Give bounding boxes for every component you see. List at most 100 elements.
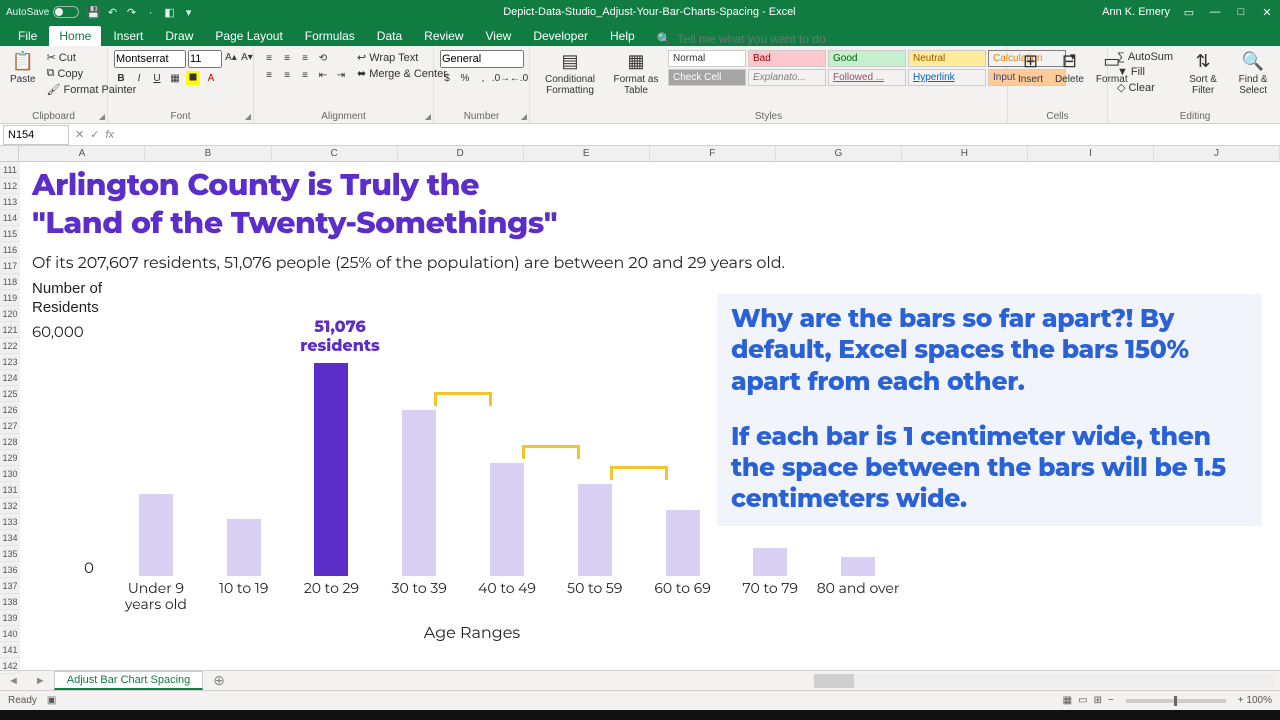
row-header[interactable]: 122 xyxy=(0,338,20,354)
row-header[interactable]: 141 xyxy=(0,642,20,658)
row-header[interactable]: 125 xyxy=(0,386,20,402)
row-header[interactable]: 130 xyxy=(0,466,20,482)
align-center-icon[interactable]: ≡ xyxy=(278,67,296,83)
clipboard-launcher-icon[interactable]: ◢ xyxy=(99,112,105,121)
col-header-B[interactable]: B xyxy=(145,146,271,162)
touch-mode-icon[interactable]: ◧ xyxy=(162,6,178,19)
find-select-button[interactable]: 🔍Find & Select xyxy=(1230,50,1276,98)
align-right-icon[interactable]: ≡ xyxy=(296,67,314,83)
zoom-level[interactable]: + 100% xyxy=(1238,695,1272,706)
comma-icon[interactable]: , xyxy=(476,71,490,85)
col-header-C[interactable]: C xyxy=(272,146,398,162)
sheet-nav-next-icon[interactable]: ► xyxy=(27,675,54,687)
maximize-icon[interactable]: □ xyxy=(1234,6,1248,18)
paste-button[interactable]: 📋Paste xyxy=(6,50,40,87)
style-good[interactable]: Good xyxy=(828,50,906,67)
fill-button[interactable]: ▼Fill xyxy=(1114,65,1176,79)
row-header[interactable]: 115 xyxy=(0,226,20,242)
bar-7[interactable] xyxy=(753,548,787,576)
cancel-formula-icon[interactable]: ✕ xyxy=(75,128,84,141)
indent-inc-icon[interactable]: ⇥ xyxy=(332,67,350,83)
bar-6[interactable] xyxy=(666,510,700,576)
number-launcher-icon[interactable]: ◢ xyxy=(521,112,527,121)
col-header-G[interactable]: G xyxy=(776,146,902,162)
tab-data[interactable]: Data xyxy=(367,26,412,46)
align-top-icon[interactable]: ≡ xyxy=(260,50,278,66)
style-neutral[interactable]: Neutral xyxy=(908,50,986,67)
select-all-corner[interactable] xyxy=(0,146,19,162)
tab-formulas[interactable]: Formulas xyxy=(295,26,365,46)
col-header-I[interactable]: I xyxy=(1028,146,1154,162)
bar-1[interactable] xyxy=(227,519,261,576)
tell-me-input[interactable] xyxy=(678,32,858,46)
format-as-table-button[interactable]: ▦Format as Table xyxy=(608,50,664,98)
font-launcher-icon[interactable]: ◢ xyxy=(245,112,251,121)
row-header[interactable]: 137 xyxy=(0,578,20,594)
bar-5[interactable] xyxy=(578,484,612,576)
tab-home[interactable]: Home xyxy=(49,26,101,46)
hscroll-thumb[interactable] xyxy=(814,674,854,688)
row-header[interactable]: 116 xyxy=(0,242,20,258)
style-followed[interactable]: Followed ... xyxy=(828,69,906,86)
col-header-E[interactable]: E xyxy=(524,146,650,162)
undo-icon[interactable]: ↶ xyxy=(104,6,120,19)
clear-button[interactable]: ◇Clear xyxy=(1114,80,1176,95)
enter-formula-icon[interactable]: ✓ xyxy=(90,128,99,141)
row-header[interactable]: 114 xyxy=(0,210,20,226)
row-header[interactable]: 140 xyxy=(0,626,20,642)
col-header-H[interactable]: H xyxy=(902,146,1028,162)
row-header[interactable]: 142 xyxy=(0,658,20,674)
alignment-launcher-icon[interactable]: ◢ xyxy=(425,112,431,121)
row-header[interactable]: 132 xyxy=(0,498,20,514)
border-button[interactable]: ▦ xyxy=(168,71,182,85)
user-name[interactable]: Ann K. Emery xyxy=(1102,6,1170,18)
zoom-out-icon[interactable]: − xyxy=(1108,695,1114,706)
fx-icon[interactable]: fx xyxy=(105,129,114,141)
col-header-D[interactable]: D xyxy=(398,146,524,162)
font-size-select[interactable] xyxy=(188,50,222,68)
name-box[interactable] xyxy=(3,125,69,145)
row-header[interactable]: 129 xyxy=(0,450,20,466)
bar-4[interactable] xyxy=(490,463,524,576)
page-layout-view-icon[interactable]: ▭ xyxy=(1078,695,1087,706)
align-bottom-icon[interactable]: ≡ xyxy=(296,50,314,66)
bar-3[interactable] xyxy=(402,410,436,576)
row-header[interactable]: 134 xyxy=(0,530,20,546)
sort-filter-button[interactable]: ⇅Sort & Filter xyxy=(1180,50,1226,98)
conditional-formatting-button[interactable]: ▤Conditional Formatting xyxy=(536,50,604,98)
insert-cells-button[interactable]: ⊞Insert xyxy=(1014,50,1047,87)
orientation-icon[interactable]: ⟲ xyxy=(314,50,332,66)
row-header[interactable]: 121 xyxy=(0,322,20,338)
row-headers[interactable]: 1111121131141151161171181191201211221231… xyxy=(0,162,20,670)
row-header[interactable]: 133 xyxy=(0,514,20,530)
tell-me[interactable]: 🔍 xyxy=(657,32,858,46)
row-header[interactable]: 112 xyxy=(0,178,20,194)
col-header-F[interactable]: F xyxy=(650,146,776,162)
autosave-switch-icon[interactable] xyxy=(53,6,79,18)
zoom-slider[interactable] xyxy=(1126,699,1226,703)
style-bad[interactable]: Bad xyxy=(748,50,826,67)
underline-button[interactable]: U xyxy=(150,71,164,85)
row-header[interactable]: 119 xyxy=(0,290,20,306)
tab-view[interactable]: View xyxy=(476,26,522,46)
increase-font-icon[interactable]: A▴ xyxy=(224,50,238,64)
currency-icon[interactable]: $ xyxy=(440,71,454,85)
inc-decimal-icon[interactable]: .0→ xyxy=(494,71,508,85)
worksheet-grid[interactable]: ABCDEFGHIJ 11111211311411511611711811912… xyxy=(0,146,1280,670)
redo-icon[interactable]: ↷ xyxy=(124,6,140,19)
formula-input[interactable] xyxy=(120,125,1280,145)
sheet-nav-prev-icon[interactable]: ◄ xyxy=(0,675,27,687)
cell-styles-gallery[interactable]: Normal Bad Good Neutral Calculation Chec… xyxy=(668,50,1066,86)
sheet-tab-active[interactable]: Adjust Bar Chart Spacing xyxy=(54,671,204,690)
style-normal[interactable]: Normal xyxy=(668,50,746,67)
tab-page-layout[interactable]: Page Layout xyxy=(205,26,292,46)
decrease-font-icon[interactable]: A▾ xyxy=(240,50,254,64)
autosum-button[interactable]: ∑AutoSum xyxy=(1114,50,1176,64)
number-format-select[interactable] xyxy=(440,50,524,68)
tab-insert[interactable]: Insert xyxy=(103,26,153,46)
col-header-J[interactable]: J xyxy=(1154,146,1280,162)
row-header[interactable]: 118 xyxy=(0,274,20,290)
row-header[interactable]: 127 xyxy=(0,418,20,434)
tab-help[interactable]: Help xyxy=(600,26,645,46)
row-header[interactable]: 138 xyxy=(0,594,20,610)
